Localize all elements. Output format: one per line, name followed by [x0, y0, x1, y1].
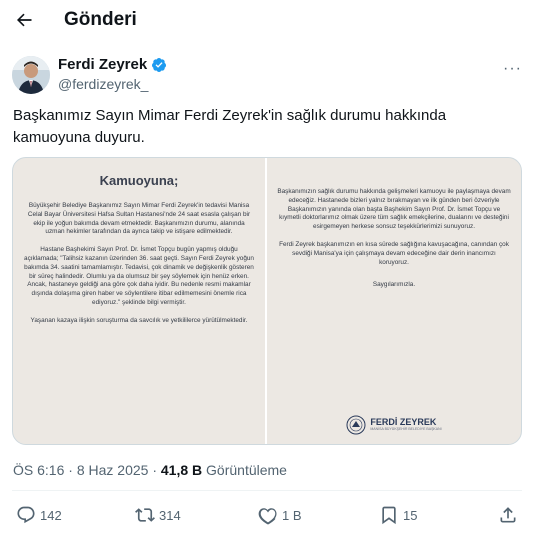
statement-paragraph: Ferdi Zeyrek başkanımızın en kısa sürede…	[279, 240, 509, 266]
author-handle[interactable]: @ferdizeyrek_	[58, 76, 148, 92]
more-options-button[interactable]: ···	[503, 60, 522, 78]
avatar[interactable]	[12, 56, 50, 94]
like-button[interactable]: 1 B	[258, 503, 302, 527]
tweet-time[interactable]: ÖS 6:16	[13, 462, 64, 478]
tweet-actions: 142 314 1 B 15	[12, 503, 522, 527]
page-title: Gönderi	[64, 9, 137, 30]
divider	[12, 490, 522, 491]
repost-icon	[135, 508, 155, 522]
reply-button[interactable]: 142	[16, 503, 62, 527]
repost-count: 314	[159, 507, 181, 523]
statement-page-left: Kamuoyuna; Büyükşehir Belediye Başkanımı…	[13, 158, 267, 444]
tweet-media-image[interactable]: Kamuoyuna; Büyükşehir Belediye Başkanımı…	[12, 157, 522, 445]
bookmark-icon	[382, 506, 396, 525]
like-count: 1 B	[282, 507, 302, 523]
tweet-text: Başkanımız Sayın Mimar Ferdi Zeyrek'in s…	[13, 107, 447, 146]
statement-paragraph: Hastane Başhekimi Sayın Prof. Dr. İsmet …	[24, 246, 254, 306]
statement-page-right: Başkanımızın sağlık durumu hakkında geli…	[267, 158, 521, 444]
author-name[interactable]: Ferdi Zeyrek	[58, 56, 167, 73]
tweet-meta: ÖS 6:16 · 8 Haz 2025 · 41,8 B Görüntülem…	[13, 462, 287, 478]
signature-title: MANİSA BÜYÜKŞEHİR BELEDİYE BAŞKANI	[370, 427, 442, 431]
tweet-date[interactable]: 8 Haz 2025	[77, 462, 149, 478]
share-icon	[500, 507, 516, 523]
statement-title: Kamuoyuna;	[99, 173, 179, 188]
back-button[interactable]	[12, 8, 36, 32]
statement-closing: Saygılarımızla.	[372, 281, 416, 289]
municipality-seal-icon	[346, 415, 366, 435]
bookmark-count: 15	[403, 507, 418, 523]
arrow-left-icon	[17, 13, 32, 27]
heart-icon	[258, 508, 277, 525]
statement-paragraph: Yaşanan kazaya ilişkin soruşturma da sav…	[30, 316, 248, 324]
top-bar: Gönderi	[0, 0, 534, 44]
views-label: Görüntüleme	[206, 462, 287, 478]
signature-block: FERDİ ZEYREK MANİSA BÜYÜKŞEHİR BELEDİYE …	[267, 415, 521, 435]
reply-count: 142	[40, 507, 62, 523]
tweet-author: Ferdi Zeyrek @ferdizeyrek_ ···	[12, 54, 522, 98]
signature-name: FERDİ ZEYREK	[370, 417, 437, 427]
verified-badge-icon	[152, 57, 167, 72]
reply-icon	[17, 506, 35, 524]
statement-paragraph: Başkanımızın sağlık durumu hakkında geli…	[277, 188, 511, 231]
statement-paragraph: Büyükşehir Belediye Başkanımız Sayın Mim…	[27, 202, 251, 236]
bookmark-button[interactable]: 15	[379, 503, 417, 527]
share-button[interactable]	[498, 503, 518, 527]
repost-button[interactable]: 314	[135, 503, 181, 527]
views-count: 41,8 B	[160, 462, 203, 478]
